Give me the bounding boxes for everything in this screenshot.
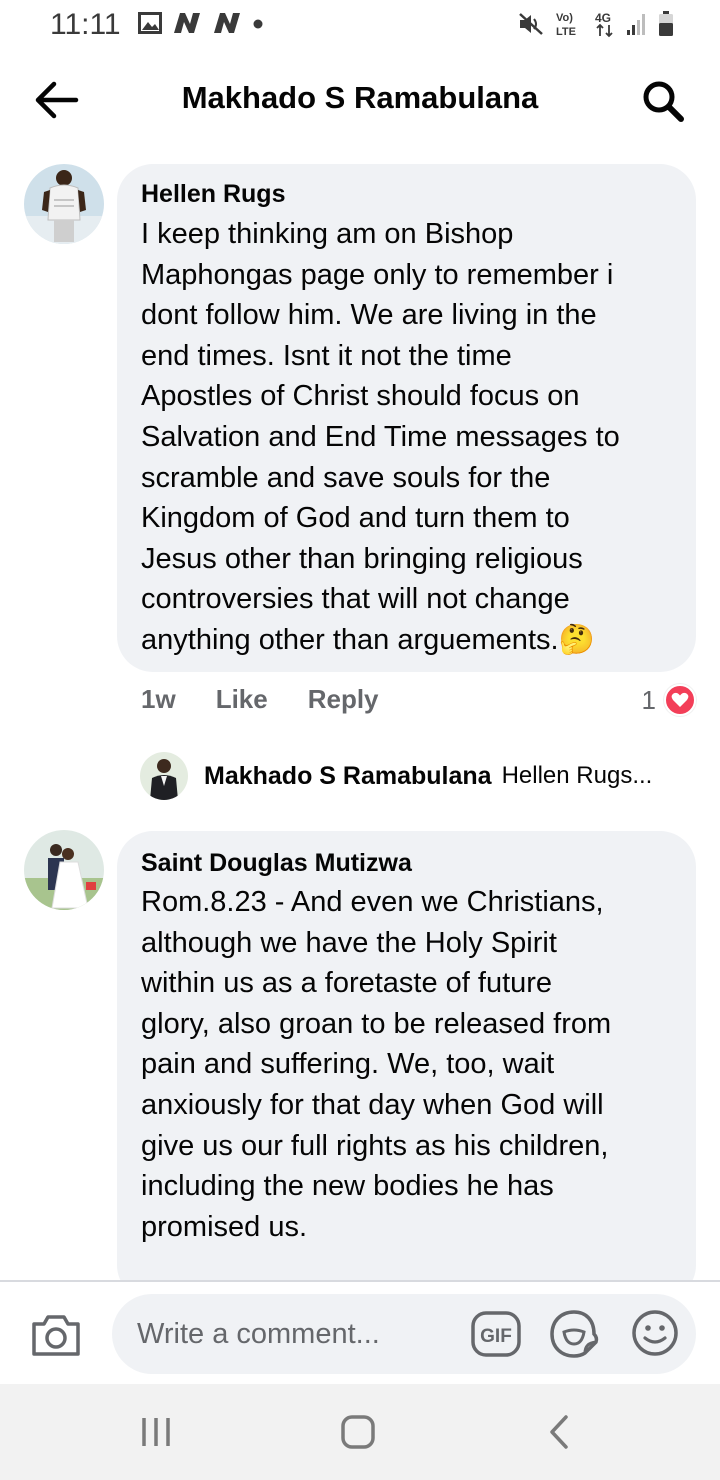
reply-preview[interactable]: Makhado S Ramabulana Hellen Rugs...	[140, 752, 652, 800]
comment-input-placeholder: Write a comment...	[137, 1318, 380, 1350]
comment-line: Salvation and End Time messages to	[141, 420, 620, 453]
avatar[interactable]	[24, 164, 104, 244]
status-bar: 11:11 Vo) LTE 4G	[0, 0, 720, 50]
status-time: 11:11	[50, 8, 121, 41]
comment-line: glory, also groan to be released from	[141, 1007, 612, 1040]
status-left-icons	[138, 12, 264, 39]
comment-input[interactable]: Write a comment... GIF	[112, 1294, 696, 1374]
camera-button[interactable]	[30, 1312, 82, 1358]
comment-line: scramble and save souls for the	[141, 461, 551, 494]
comment-line: Apostles of Christ should focus on	[141, 380, 580, 413]
search-button[interactable]	[640, 78, 686, 124]
comment-line: within us as a foretaste of future	[141, 967, 553, 1000]
profile-photo-icon	[24, 164, 104, 244]
gif-button[interactable]: GIF	[470, 1310, 522, 1358]
dot-icon	[252, 17, 264, 35]
comment-time: 1w	[141, 684, 176, 714]
svg-text:4G: 4G	[595, 11, 611, 25]
emoji-icon	[632, 1310, 678, 1356]
n-notification-icon	[172, 12, 202, 39]
comment-line: including the new bodies he has	[141, 1170, 554, 1203]
search-icon	[643, 81, 684, 122]
battery-icon	[658, 11, 674, 42]
comment-text: Rom.8.23 - And even we Christians, altho…	[141, 882, 611, 1247]
comment-text: I keep thinking am on Bishop Maphongas p…	[141, 214, 620, 661]
system-nav-bar	[0, 1384, 720, 1480]
reply-button[interactable]: Reply	[308, 684, 379, 715]
gif-label: GIF	[480, 1326, 512, 1347]
thinking-emoji: 🤔	[558, 623, 595, 656]
signal-icon	[626, 12, 648, 41]
comment-line-text: anything other than arguements.	[141, 623, 559, 656]
back-nav-button[interactable]	[542, 1412, 582, 1452]
comment-line: end times. Isnt it not the time	[141, 339, 512, 372]
page-title: Makhado S Ramabulana	[181, 80, 539, 115]
like-button[interactable]: Like	[216, 684, 268, 715]
reaction-count: 1	[641, 684, 656, 715]
image-icon	[138, 12, 162, 39]
emoji-button[interactable]	[630, 1308, 680, 1358]
comment-line: Maphongas page only to remember i	[141, 258, 614, 291]
comment-composer: Write a comment... GIF	[0, 1280, 720, 1384]
mute-icon	[518, 12, 544, 41]
reply-snippet: Hellen Rugs...	[501, 762, 653, 789]
reply-author: Makhado S Ramabulana	[204, 761, 492, 790]
comment-line: although we have the Holy Spirit	[141, 926, 557, 959]
love-reaction-icon	[664, 684, 696, 716]
home-icon	[341, 1415, 375, 1449]
recent-apps-icon	[142, 1418, 170, 1446]
comment-line: dont follow him. We are living in the	[141, 299, 597, 332]
n-notification-icon	[212, 12, 242, 39]
comment-line: Jesus other than bringing religious	[141, 542, 583, 575]
recent-apps-button[interactable]	[138, 1412, 178, 1452]
comment-line: anything other than arguements.🤔	[141, 620, 620, 661]
chevron-left-icon	[550, 1415, 568, 1449]
home-button[interactable]	[338, 1412, 378, 1452]
comment-line: controversies that will not change	[141, 583, 570, 616]
camera-icon	[32, 1315, 80, 1356]
svg-text:Vo): Vo)	[556, 12, 573, 24]
sticker-button[interactable]	[548, 1308, 600, 1360]
profile-photo-icon	[140, 752, 188, 800]
comment-line: Rom.8.23 - And even we Christians,	[141, 886, 604, 918]
header: Makhado S Ramabulana	[0, 60, 720, 140]
comment-actions: 1w Like Reply	[141, 684, 379, 715]
gif-icon: GIF	[471, 1311, 521, 1357]
comment-line: anxiously for that day when God will	[141, 1088, 604, 1121]
comment-line: pain and suffering. We, too, wait	[141, 1048, 555, 1081]
comment-line: give us our full rights as his children,	[141, 1129, 609, 1162]
avatar[interactable]	[24, 830, 104, 910]
reaction-summary[interactable]: 1	[642, 684, 696, 716]
comment-author[interactable]: Saint Douglas Mutizwa	[141, 849, 412, 878]
comment-line: promised us.	[141, 1210, 308, 1243]
svg-text:LTE: LTE	[556, 26, 576, 38]
4g-icon: 4G	[594, 10, 616, 43]
avatar	[140, 752, 188, 800]
comment-line: Kingdom of God and turn them to	[141, 502, 570, 535]
comment-line: I keep thinking am on Bishop	[141, 218, 514, 250]
comment-author[interactable]: Hellen Rugs	[141, 180, 285, 209]
sticker-icon	[550, 1310, 599, 1358]
volte-icon: Vo) LTE	[554, 10, 584, 43]
profile-photo-icon	[24, 830, 104, 910]
status-right-icons: Vo) LTE 4G	[518, 10, 674, 43]
